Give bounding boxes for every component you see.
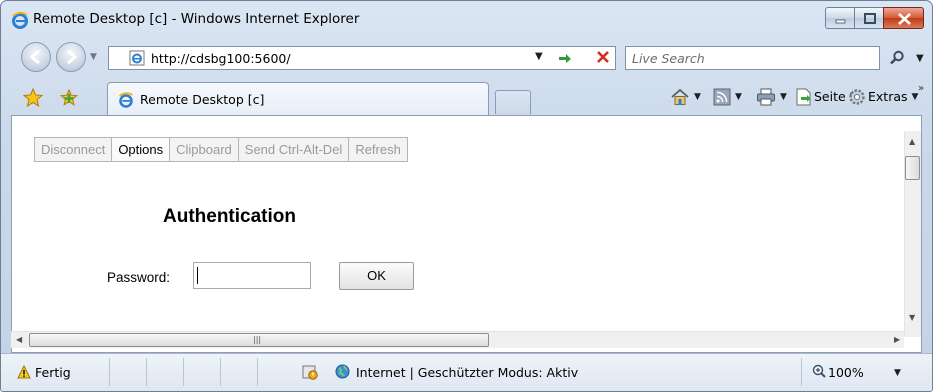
password-field[interactable]: [193, 262, 311, 289]
disconnect-button[interactable]: Disconnect: [34, 137, 113, 162]
globe-icon: [335, 364, 350, 379]
magnifier-icon[interactable]: [889, 50, 905, 66]
options-button[interactable]: Options: [112, 137, 171, 162]
ok-button[interactable]: OK: [339, 262, 414, 290]
home-dropdown[interactable]: ▼: [694, 92, 701, 102]
minimize-icon: [835, 19, 846, 24]
status-divider: [146, 358, 147, 386]
zoom-level[interactable]: 100%: [828, 365, 864, 380]
maximize-button[interactable]: [854, 7, 884, 29]
print-dropdown[interactable]: ▼: [780, 92, 787, 102]
scroll-left-icon[interactable]: ◀: [16, 335, 22, 344]
zoom-icon[interactable]: [812, 364, 826, 378]
clipboard-button[interactable]: Clipboard: [170, 137, 239, 162]
status-divider: [183, 358, 184, 386]
tools-menu-label: Extras: [868, 88, 908, 104]
feeds-button[interactable]: ▼: [713, 88, 742, 108]
print-button[interactable]: ▼: [756, 88, 787, 108]
tab-remote-desktop[interactable]: Remote Desktop [c]: [107, 82, 489, 116]
back-arrow-icon: [29, 49, 40, 65]
warning-icon: [17, 365, 31, 379]
page-favicon-icon: [129, 50, 145, 66]
home-button[interactable]: ▼: [670, 88, 701, 108]
status-divider: [801, 358, 802, 386]
window-title: Remote Desktop [c] - Windows Internet Ex…: [33, 11, 360, 27]
status-divider: [109, 358, 110, 386]
title-bar: Remote Desktop [c] - Windows Internet Ex…: [1, 1, 932, 37]
tab-label: Remote Desktop [c]: [140, 92, 265, 107]
feeds-dropdown[interactable]: ▼: [735, 92, 742, 102]
search-options-dropdown[interactable]: ▼: [916, 53, 924, 64]
recent-pages-dropdown[interactable]: ▼: [90, 52, 97, 62]
search-box[interactable]: Live Search: [625, 46, 880, 70]
new-tab-button[interactable]: [495, 90, 531, 114]
favorites-star-icon[interactable]: [23, 88, 43, 108]
zoom-dropdown[interactable]: ▼: [894, 368, 901, 378]
feeds-icon: [713, 88, 731, 106]
tools-menu[interactable]: Extras ▼: [848, 88, 918, 108]
authentication-heading: Authentication: [163, 206, 296, 227]
page-icon: [796, 88, 811, 106]
command-bar-overflow[interactable]: »: [918, 83, 924, 94]
status-text: Fertig: [35, 365, 71, 380]
scroll-grip-icon: |||: [253, 335, 262, 344]
refresh-icon[interactable]: [556, 50, 574, 66]
stop-icon[interactable]: [595, 49, 611, 65]
password-label: Password:: [107, 270, 171, 285]
close-icon: [898, 13, 911, 25]
search-placeholder: Live Search: [632, 51, 705, 66]
forward-arrow-icon: [67, 49, 78, 65]
vertical-scroll-thumb[interactable]: [905, 156, 920, 180]
home-icon: [671, 88, 689, 105]
page-menu-label: Seite: [814, 88, 846, 104]
tab-bar: Remote Desktop [c] ▼ ▼ ▼ Seite Extras ▼ …: [1, 79, 932, 116]
gear-icon: [849, 89, 865, 105]
navigation-bar: ▼ http://cdsbg100:5600/ ▼ Live Search ▼: [1, 37, 932, 79]
scroll-down-icon[interactable]: ▼: [909, 313, 915, 322]
status-bar: Fertig Internet | Geschützter Modus: Akt…: [1, 353, 932, 391]
protected-mode-icon[interactable]: [302, 364, 318, 380]
scroll-right-icon[interactable]: ▶: [894, 335, 900, 344]
print-icon: [757, 88, 775, 106]
vnc-toolbar: Disconnect Options Clipboard Send Ctrl-A…: [34, 137, 408, 162]
maximize-icon: [864, 13, 876, 24]
forward-button[interactable]: [56, 42, 86, 72]
text-caret: [197, 267, 198, 284]
refresh-button[interactable]: Refresh: [349, 137, 408, 162]
send-ctrl-alt-del-button[interactable]: Send Ctrl-Alt-Del: [238, 137, 350, 162]
status-divider: [220, 358, 221, 386]
close-button[interactable]: [883, 7, 924, 29]
browser-window: Remote Desktop [c] - Windows Internet Ex…: [0, 0, 933, 392]
status-divider: [257, 358, 258, 386]
address-bar[interactable]: http://cdsbg100:5600/ ▼: [108, 46, 616, 70]
scroll-up-icon[interactable]: ▲: [909, 137, 915, 146]
security-zone-text[interactable]: Internet | Geschützter Modus: Aktiv: [356, 365, 578, 380]
address-dropdown[interactable]: ▼: [535, 51, 543, 62]
back-button[interactable]: [21, 42, 51, 72]
ie-logo-icon: [118, 92, 133, 108]
add-favorite-icon[interactable]: [59, 88, 79, 108]
ie-logo-icon: [12, 11, 28, 29]
address-text: http://cdsbg100:5600/: [151, 51, 291, 66]
minimize-button[interactable]: [825, 7, 855, 29]
